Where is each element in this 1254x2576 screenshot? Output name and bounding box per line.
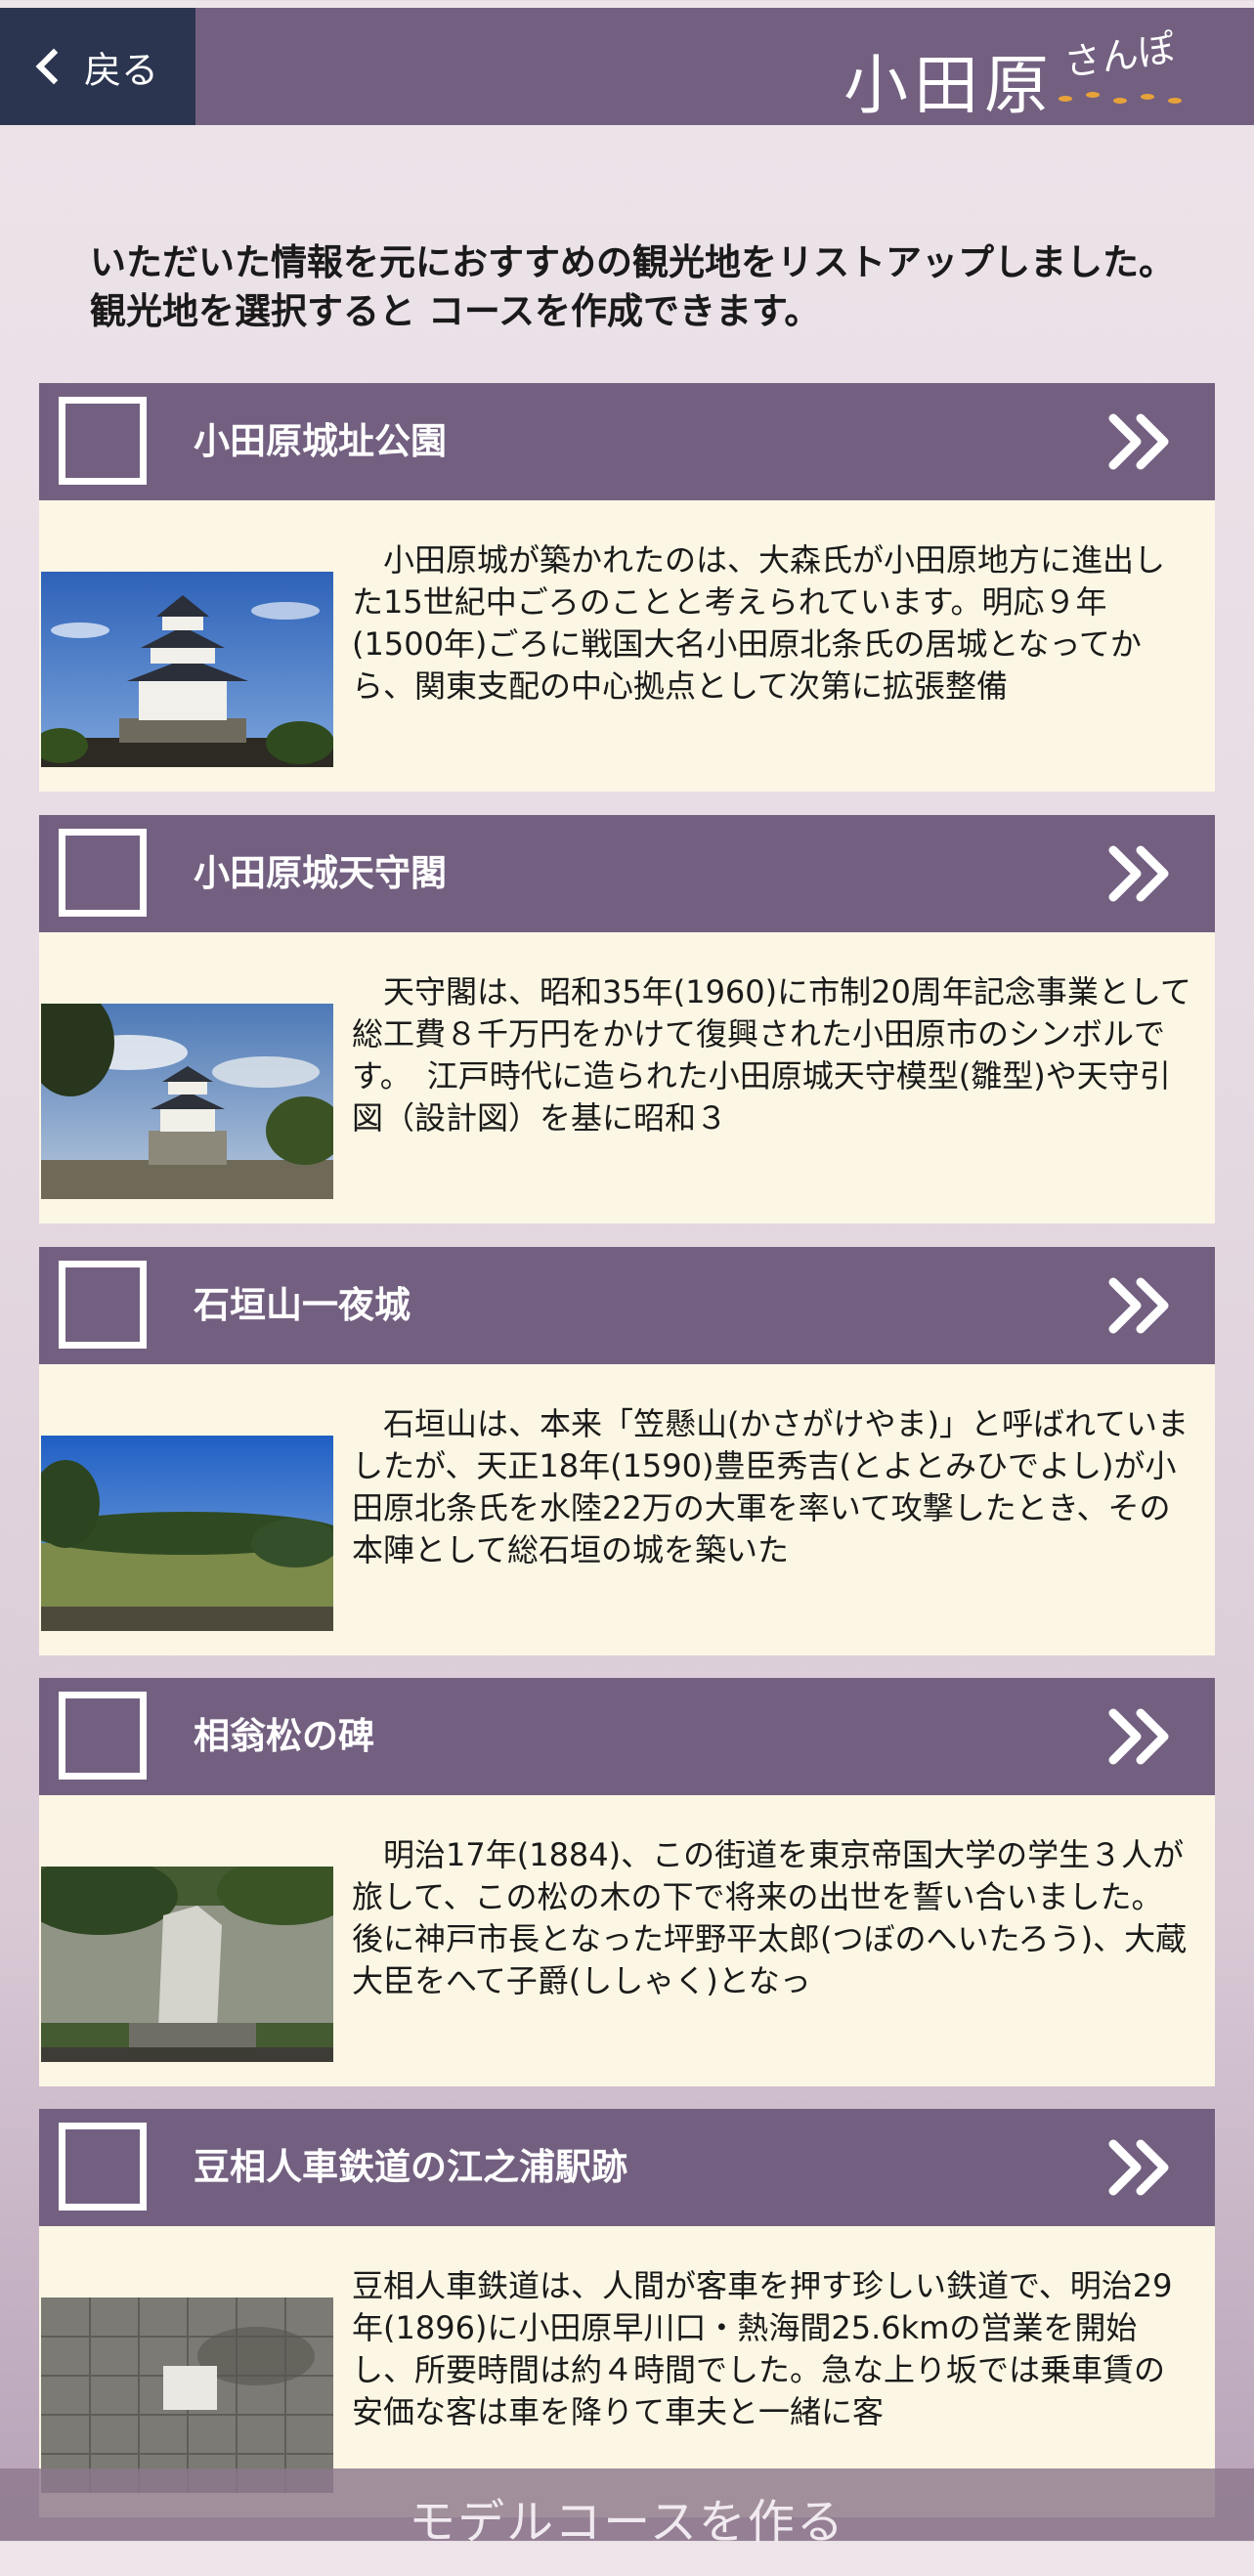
spot-card-body: 明治17年(1884)、この街道を東京帝国大学の学生３人が旅して、この松の木の下…	[39, 1795, 1215, 2086]
spot-checkbox[interactable]	[59, 397, 147, 485]
spot-card: 小田原城天守閣 天守閣は、昭和35年(1960)に市制20周年記念事業として総工…	[39, 815, 1215, 1224]
create-course-label: モデルコースを作る	[409, 2495, 845, 2550]
double-chevron-right-icon[interactable]	[1107, 1276, 1176, 1335]
spot-title: 石垣山一夜城	[194, 1284, 411, 1326]
spot-description: 小田原城が築かれたのは、大森氏が小田原地方に進出した15世紀中ごろのことと考えら…	[352, 541, 1166, 705]
app-header: 戻る 小田原 さんぽ	[0, 8, 1254, 125]
app-logo: 小田原 さんぽ	[843, 25, 1215, 123]
spot-card-header[interactable]: 小田原城天守閣	[39, 815, 1215, 932]
spot-card: 石垣山一夜城 石垣山は、本来「笠懸山(かさがけやま)」と呼ばれていましたが、天正…	[39, 1247, 1215, 1655]
spot-checkbox[interactable]	[59, 1261, 147, 1349]
station-site-photo	[41, 2297, 333, 2493]
spot-description: 石垣山は、本来「笠懸山(かさがけやま)」と呼ばれていましたが、天正18年(159…	[352, 1405, 1189, 1568]
double-chevron-right-icon[interactable]	[1107, 412, 1176, 471]
intro-text: いただいた情報を元におすすめの観光地をリストアップしました。観光地を選択すると …	[90, 241, 1175, 332]
spot-title: 小田原城址公園	[194, 420, 447, 462]
double-chevron-right-icon[interactable]	[1107, 2138, 1176, 2197]
back-button-label: 戻る	[84, 48, 159, 92]
spot-card-body: 小田原城が築かれたのは、大森氏が小田原地方に進出した15世紀中ごろのことと考えら…	[39, 500, 1215, 792]
chevron-left-icon	[35, 48, 72, 85]
castle-photo	[41, 572, 333, 767]
logo-footprints-icon	[1059, 92, 1195, 106]
spot-description: 豆相人車鉄道は、人間が客車を押す珍しい鉄道で、明治29年(1896)に小田原早川…	[352, 2267, 1173, 2430]
double-chevron-right-icon[interactable]	[1107, 844, 1176, 903]
double-chevron-right-icon[interactable]	[1107, 1707, 1176, 1766]
spot-checkbox[interactable]	[59, 2123, 147, 2211]
logo-text: 小田原	[843, 48, 1055, 123]
spot-title: 相翁松の碑	[194, 1715, 374, 1757]
spot-card-header[interactable]: 小田原城址公園	[39, 383, 1215, 500]
spot-description: 天守閣は、昭和35年(1960)に市制20周年記念事業として総工費８千万円をかけ…	[352, 973, 1191, 1137]
spot-card-body: 天守閣は、昭和35年(1960)に市制20周年記念事業として総工費８千万円をかけ…	[39, 932, 1215, 1224]
monument-photo	[41, 1867, 333, 2062]
spot-title: 小田原城天守閣	[194, 852, 447, 894]
spot-description: 明治17年(1884)、この街道を東京帝国大学の学生３人が旅して、この松の木の下…	[352, 1836, 1188, 1999]
castle-tower-photo	[41, 1004, 333, 1199]
spot-checkbox[interactable]	[59, 1692, 147, 1780]
spot-card-body: 石垣山は、本来「笠懸山(かさがけやま)」と呼ばれていましたが、天正18年(159…	[39, 1364, 1215, 1655]
create-course-button[interactable]: モデルコースを作る	[0, 2469, 1254, 2550]
spot-card: 豆相人車鉄道の江之浦駅跡 豆相人車鉄道は、人間が客車を押す珍しい鉄道で、明治29…	[39, 2109, 1215, 2517]
logo-sub-text: さんぽ	[1060, 26, 1179, 85]
spot-card-header[interactable]: 石垣山一夜城	[39, 1247, 1215, 1364]
spot-checkbox[interactable]	[59, 829, 147, 917]
spot-card-header[interactable]: 豆相人車鉄道の江之浦駅跡	[39, 2109, 1215, 2226]
spot-card: 相翁松の碑 明治17年(1884)、この街道を東京帝国大学の学生３人が旅して、こ…	[39, 1678, 1215, 2086]
spot-card: 小田原城址公園 小田原城が築かれたのは、大森氏が小田原地方に進出した15世紀中ご…	[39, 383, 1215, 792]
park-photo	[41, 1436, 333, 1631]
spot-card-header[interactable]: 相翁松の碑	[39, 1678, 1215, 1795]
back-button[interactable]: 戻る	[0, 8, 195, 125]
spot-title: 豆相人車鉄道の江之浦駅跡	[194, 2146, 627, 2188]
